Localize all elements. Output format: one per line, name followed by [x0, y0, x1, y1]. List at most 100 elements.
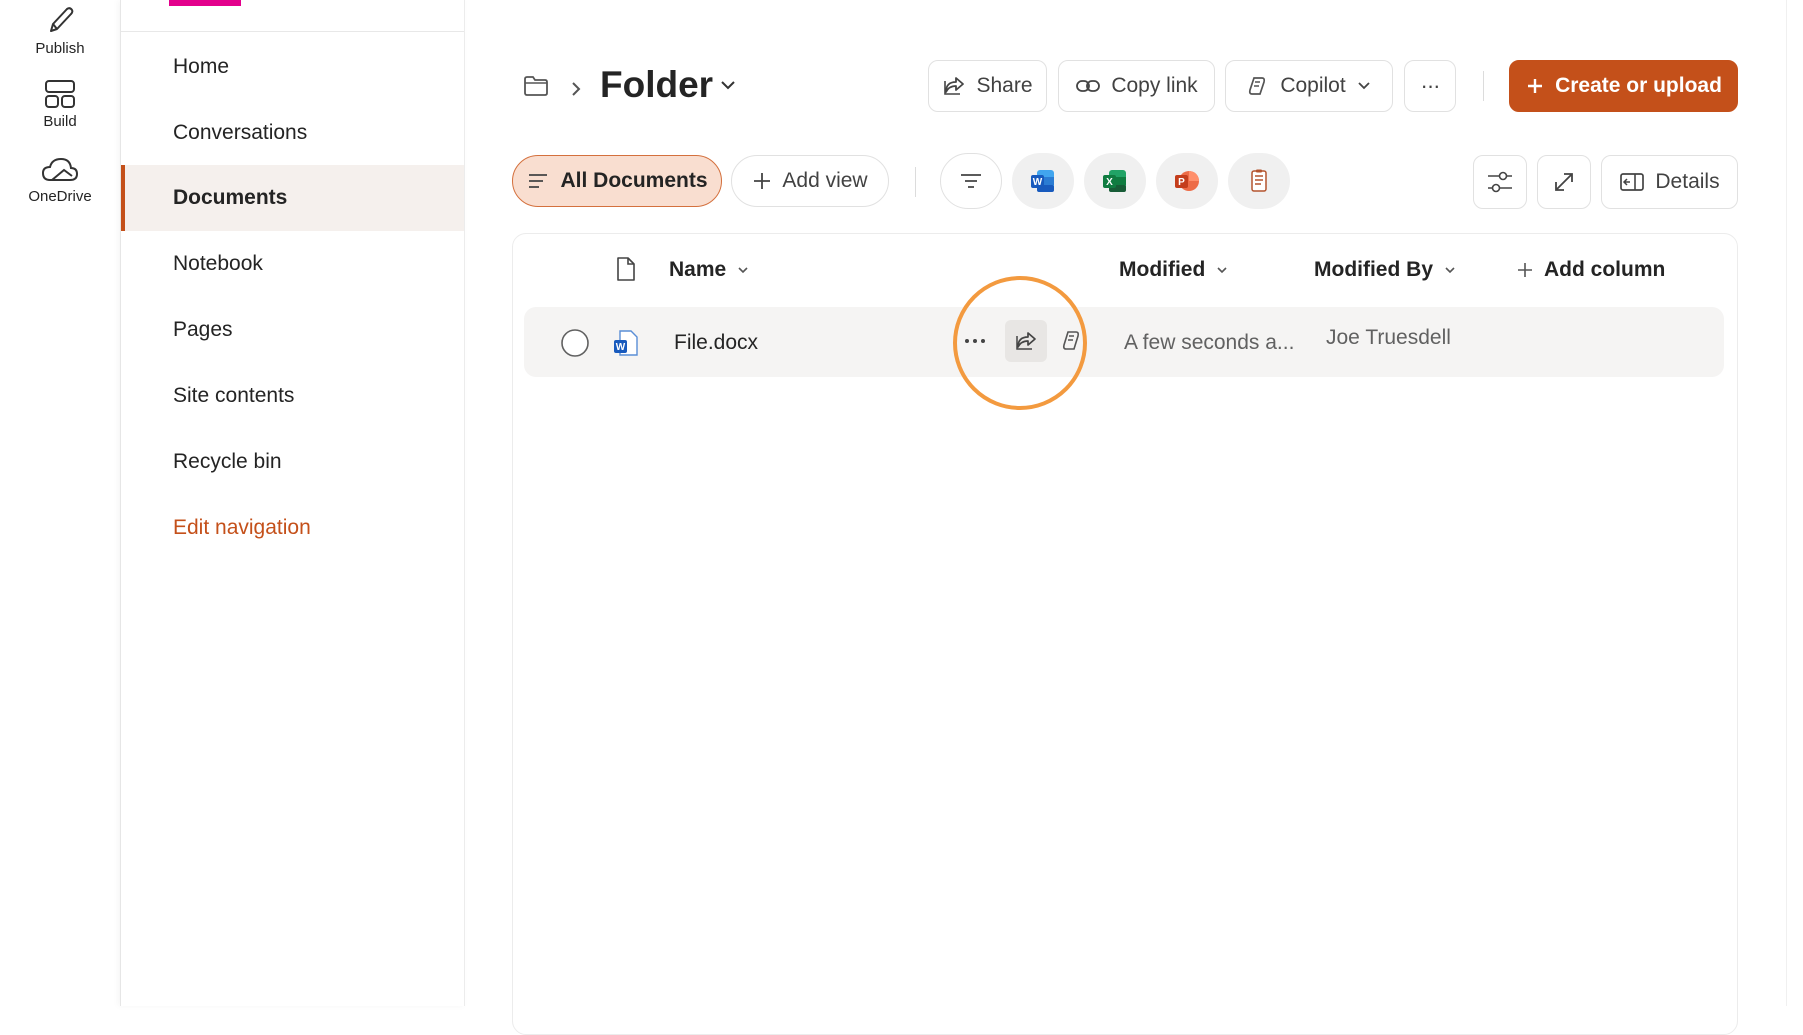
details-button[interactable]: Details: [1601, 155, 1738, 209]
all-documents-view[interactable]: All Documents: [512, 155, 722, 207]
copilot-icon: [1246, 75, 1270, 97]
expand-icon: [1552, 170, 1576, 194]
share-icon: [942, 75, 966, 97]
share-label: Share: [976, 74, 1033, 97]
add-column-label: Add column: [1544, 258, 1666, 281]
chevron-down-icon: [719, 78, 737, 92]
nav-item-notebook[interactable]: Notebook: [121, 231, 464, 297]
expand-button[interactable]: [1537, 155, 1591, 209]
chevron-down-icon: [1215, 265, 1229, 275]
view-options-button[interactable]: [1473, 155, 1527, 209]
svg-text:W: W: [1033, 177, 1043, 188]
copilot-icon[interactable]: [1060, 329, 1084, 353]
edit-navigation-label: Edit navigation: [173, 516, 311, 539]
powerpoint-filter-button[interactable]: P: [1156, 153, 1218, 209]
edit-navigation-link[interactable]: Edit navigation: [121, 495, 464, 561]
column-header-modified[interactable]: Modified: [1119, 258, 1229, 282]
word-filter-button[interactable]: W: [1012, 153, 1074, 209]
file-modified-by[interactable]: Joe Truesdell: [1326, 326, 1451, 350]
word-file-icon: W: [613, 329, 639, 357]
build-icon: [43, 79, 77, 109]
more-actions-button[interactable]: ···: [1404, 60, 1456, 112]
rail-onedrive-label: OneDrive: [28, 188, 92, 205]
filter-icon: [959, 171, 983, 191]
breadcrumb-chevron-icon: [568, 80, 584, 98]
nav-item-documents[interactable]: Documents: [121, 165, 464, 231]
share-button[interactable]: Share: [928, 60, 1047, 112]
chevron-down-icon: [1443, 265, 1457, 275]
column-modified-label: Modified: [1119, 258, 1206, 281]
copilot-button[interactable]: Copilot: [1225, 60, 1393, 112]
scrollbar[interactable]: [1786, 0, 1803, 1006]
nav-label: Conversations: [173, 121, 308, 144]
page-title[interactable]: Folder: [600, 64, 737, 106]
nav-label: Recycle bin: [173, 450, 282, 473]
excel-icon: X: [1102, 168, 1128, 194]
powerpoint-icon: P: [1174, 168, 1200, 194]
forms-filter-button[interactable]: [1228, 153, 1290, 209]
all-documents-label: All Documents: [560, 169, 708, 192]
rail-publish-label: Publish: [35, 40, 85, 57]
nav-label: Pages: [173, 318, 233, 341]
add-view-button[interactable]: Add view: [731, 155, 889, 207]
file-name-link[interactable]: File.docx: [674, 331, 758, 355]
plus-icon: [752, 171, 772, 191]
nav-item-home[interactable]: Home: [121, 34, 464, 100]
link-icon: [1075, 78, 1101, 94]
nav-label: Site contents: [173, 384, 295, 407]
nav-label: Documents: [173, 186, 288, 209]
nav-item-conversations[interactable]: Conversations: [121, 100, 464, 166]
column-modified-by-label: Modified By: [1314, 258, 1433, 281]
copy-link-button[interactable]: Copy link: [1058, 60, 1215, 112]
nav-divider: [121, 31, 464, 32]
nav-label: Home: [173, 55, 230, 78]
svg-text:P: P: [1178, 177, 1185, 188]
toolbar-divider: [915, 167, 916, 197]
pen-icon: [43, 4, 77, 36]
add-column-button[interactable]: Add column: [1516, 258, 1665, 282]
copilot-label: Copilot: [1280, 74, 1346, 97]
details-pane-icon: [1619, 171, 1645, 193]
filter-button[interactable]: [940, 153, 1002, 209]
plus-icon: [1525, 76, 1545, 96]
app-rail: Publish Build OneDrive: [0, 0, 120, 1006]
settings-sliders-icon: [1486, 170, 1514, 194]
chevron-down-icon: [736, 265, 750, 275]
file-modified: A few seconds a...: [1124, 331, 1295, 354]
row-share-button[interactable]: [1005, 320, 1047, 362]
create-or-upload-button[interactable]: Create or upload: [1509, 60, 1738, 112]
details-label: Details: [1655, 170, 1720, 193]
site-accent-bar: [169, 0, 241, 6]
add-view-label: Add view: [782, 169, 868, 192]
column-header-modified-by[interactable]: Modified By: [1314, 258, 1457, 282]
rail-build[interactable]: Build: [0, 79, 120, 130]
list-view-icon: [526, 171, 550, 191]
nav-label: Notebook: [173, 252, 263, 275]
rail-publish[interactable]: Publish: [0, 4, 120, 57]
cloud-icon: [40, 156, 80, 184]
plus-icon: [1516, 261, 1534, 279]
nav-item-recycle-bin[interactable]: Recycle bin: [121, 429, 464, 495]
rail-onedrive[interactable]: OneDrive: [0, 156, 120, 205]
share-icon: [1014, 330, 1038, 352]
excel-filter-button[interactable]: X: [1084, 153, 1146, 209]
more-options-icon[interactable]: [962, 334, 988, 348]
column-name-label: Name: [669, 258, 727, 281]
word-icon: W: [1030, 168, 1056, 194]
document-icon: [1248, 169, 1270, 193]
chevron-down-icon: [1356, 80, 1372, 92]
svg-text:W: W: [616, 342, 626, 353]
file-type-header-icon[interactable]: [615, 256, 637, 282]
more-label: ···: [1420, 73, 1441, 98]
folder-icon[interactable]: [523, 75, 549, 97]
nav-item-site-contents[interactable]: Site contents: [121, 363, 464, 429]
header-divider: [1483, 71, 1484, 101]
row-select-checkbox[interactable]: [560, 328, 590, 358]
nav-item-pages[interactable]: Pages: [121, 297, 464, 363]
rail-build-label: Build: [43, 113, 77, 130]
copy-link-label: Copy link: [1111, 74, 1198, 97]
create-or-upload-label: Create or upload: [1555, 74, 1722, 97]
page-title-text: Folder: [600, 64, 714, 105]
column-header-name[interactable]: Name: [669, 258, 750, 282]
svg-text:X: X: [1106, 177, 1113, 188]
